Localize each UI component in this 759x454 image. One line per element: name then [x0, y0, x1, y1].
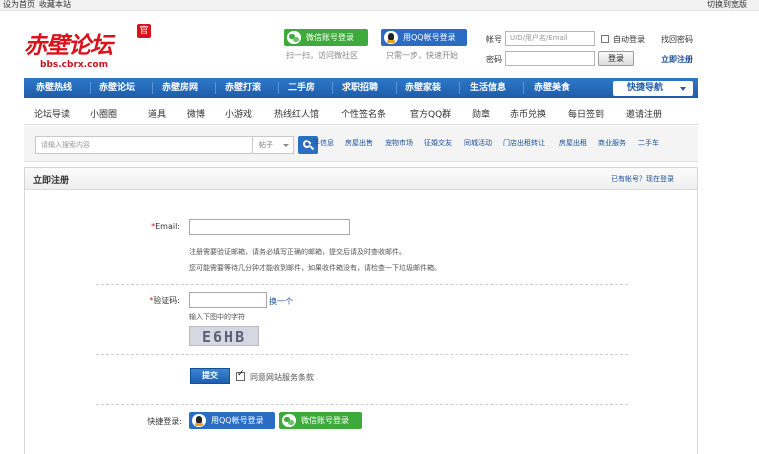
register-panel: 立即注册 已有帐号？现在登录: [24, 167, 698, 454]
subnav-item[interactable]: 赤币兑换: [510, 107, 546, 120]
hot-link[interactable]: 二手车: [638, 138, 659, 148]
divider: [96, 354, 628, 355]
nav-divider: [523, 82, 524, 94]
hot-link[interactable]: 征婚交友: [424, 138, 452, 148]
hot-link[interactable]: 门店出租转让: [503, 138, 545, 148]
main-nav: 赤壁热线 赤壁论坛 赤壁房网 赤壁打滚 二手房 求职招聘 赤壁家装 生活信息 赤…: [24, 78, 698, 98]
hot-link[interactable]: 商业服务: [598, 138, 626, 148]
password-input[interactable]: [505, 51, 595, 66]
qq-login-label: 用QQ帐号登录: [403, 33, 456, 42]
search-input[interactable]: 请输入搜索内容: [35, 136, 253, 154]
qq-login-button[interactable]: 用QQ帐号登录: [381, 29, 467, 46]
qq-icon: [192, 414, 206, 427]
captcha-image[interactable]: E6HB: [189, 326, 259, 346]
agree-checkbox[interactable]: [236, 369, 245, 381]
hot-link[interactable]: 二手信息: [306, 138, 334, 148]
page-title: 立即注册: [33, 176, 70, 186]
captcha-text: E6HB: [202, 328, 247, 346]
qq-note: 只需一步，快速开始: [386, 51, 458, 60]
hot-link[interactable]: 房屋出售: [345, 138, 373, 148]
subnav-item[interactable]: 小圈圈: [90, 107, 117, 120]
bookmark-link[interactable]: 收藏本站: [39, 0, 71, 10]
autologin-label: 自动登录: [613, 35, 645, 44]
subnav-item[interactable]: 邀请注册: [626, 107, 662, 120]
wechat-note: 扫一扫，访问微社区: [286, 51, 358, 60]
subnav-item[interactable]: 每日签到: [568, 107, 604, 120]
chevron-down-icon: [680, 87, 686, 91]
nav-item-hotline[interactable]: 赤壁热线: [36, 78, 72, 98]
wechat-login-button[interactable]: 微信账号登录: [284, 29, 368, 46]
nav-divider: [332, 82, 333, 94]
wechat-quick-login-label: 微信账号登录: [301, 416, 349, 425]
nav-divider: [278, 82, 279, 94]
logo-text: 赤壁论坛: [24, 32, 113, 59]
nav-item-secondhand[interactable]: 二手房: [288, 78, 315, 98]
subnav-item[interactable]: 小游戏: [225, 107, 252, 120]
wechat-icon: [282, 414, 296, 427]
nav-divider: [459, 82, 460, 94]
nav-item-forum[interactable]: 赤壁论坛: [99, 78, 135, 98]
sub-nav: 论坛导读 小圈圈 道具 微博 小游戏 热线红人馆 个性签名条 官方QQ群 勋章 …: [24, 100, 698, 125]
logo-seal: 官: [137, 24, 151, 38]
email-hint: 您可能需要等待几分钟才能收到邮件，如果收件箱没有，请检查一下垃圾邮件箱。: [189, 264, 441, 272]
wechat-quick-login-button[interactable]: 微信账号登录: [279, 412, 362, 429]
qq-icon: [384, 31, 398, 44]
panel-header: 立即注册 已有帐号？现在登录: [25, 168, 697, 190]
captcha-refresh-link[interactable]: 换一个: [269, 296, 293, 307]
nav-item-life[interactable]: 生活信息: [470, 78, 506, 98]
account-label: 帐号: [486, 35, 502, 44]
nav-item-house[interactable]: 赤壁房网: [162, 78, 198, 98]
divider: [96, 404, 628, 405]
hot-link[interactable]: 房屋出租: [559, 138, 587, 148]
register-link[interactable]: 立即注册: [661, 54, 693, 65]
hot-link[interactable]: 宠物市场: [385, 138, 413, 148]
quick-nav-label: 快捷导航: [627, 83, 664, 93]
logo-url: bbs.cbrx.com: [40, 60, 108, 70]
nav-item-food[interactable]: 赤壁美食: [534, 78, 570, 98]
account-input[interactable]: UID/用户名/Email: [505, 31, 595, 46]
login-now-link[interactable]: 已有帐号？现在登录: [611, 174, 674, 184]
subnav-item[interactable]: 微博: [187, 107, 205, 120]
search-type-value: 帖子: [259, 141, 273, 149]
search-type-select[interactable]: 帖子: [252, 136, 294, 154]
captcha-hint: 输入下图中的字符: [189, 313, 245, 321]
forgot-password-link[interactable]: 找回密码: [661, 34, 693, 45]
captcha-input[interactable]: [189, 292, 267, 308]
nav-divider: [152, 82, 153, 94]
wechat-login-label: 微信账号登录: [306, 33, 354, 42]
quick-login-label: 快捷登录:: [147, 417, 182, 426]
subnav-item[interactable]: 官方QQ群: [410, 107, 451, 120]
subnav-item[interactable]: 勋章: [472, 107, 490, 120]
wechat-icon: [287, 31, 301, 44]
set-homepage-link[interactable]: 设为首页: [3, 0, 35, 10]
captcha-label: *验证码:: [149, 296, 180, 305]
email-label: *Email:: [151, 222, 180, 231]
subnav-item[interactable]: 论坛导读: [34, 107, 70, 120]
nav-divider: [90, 82, 91, 94]
email-field[interactable]: [189, 219, 350, 235]
subnav-item[interactable]: 道具: [148, 107, 166, 120]
site-logo[interactable]: 赤壁论坛 官 bbs.cbrx.com: [24, 24, 164, 74]
agree-terms-label[interactable]: 同意网站服务条款: [250, 372, 314, 383]
subnav-item[interactable]: 热线红人馆: [274, 107, 319, 120]
nav-item-dagun[interactable]: 赤壁打滚: [225, 78, 261, 98]
nav-divider: [215, 82, 216, 94]
nav-item-jobs[interactable]: 求职招聘: [342, 78, 378, 98]
top-bar: 设为首页 收藏本站 切换到宽版: [0, 0, 759, 11]
autologin-checkbox[interactable]: [601, 35, 609, 43]
widescreen-toggle-link[interactable]: 切换到宽版: [707, 0, 747, 10]
subnav-item[interactable]: 个性签名条: [341, 107, 386, 120]
chevron-down-icon: [283, 144, 289, 147]
divider: [96, 284, 628, 285]
password-label: 密码: [486, 55, 502, 64]
submit-button[interactable]: 提交: [190, 368, 230, 384]
qq-quick-login-label: 用QQ帐号登录: [211, 416, 264, 425]
login-button[interactable]: 登录: [598, 51, 634, 66]
nav-item-decor[interactable]: 赤壁家装: [405, 78, 441, 98]
qq-quick-login-button[interactable]: 用QQ帐号登录: [189, 412, 275, 429]
email-hint: 注册需要验证邮箱，请务必填写正确的邮箱，提交后请及时查收邮件。: [189, 248, 406, 256]
quick-nav-dropdown[interactable]: 快捷导航: [613, 81, 693, 96]
nav-divider: [396, 82, 397, 94]
hot-link[interactable]: 同城活动: [464, 138, 492, 148]
